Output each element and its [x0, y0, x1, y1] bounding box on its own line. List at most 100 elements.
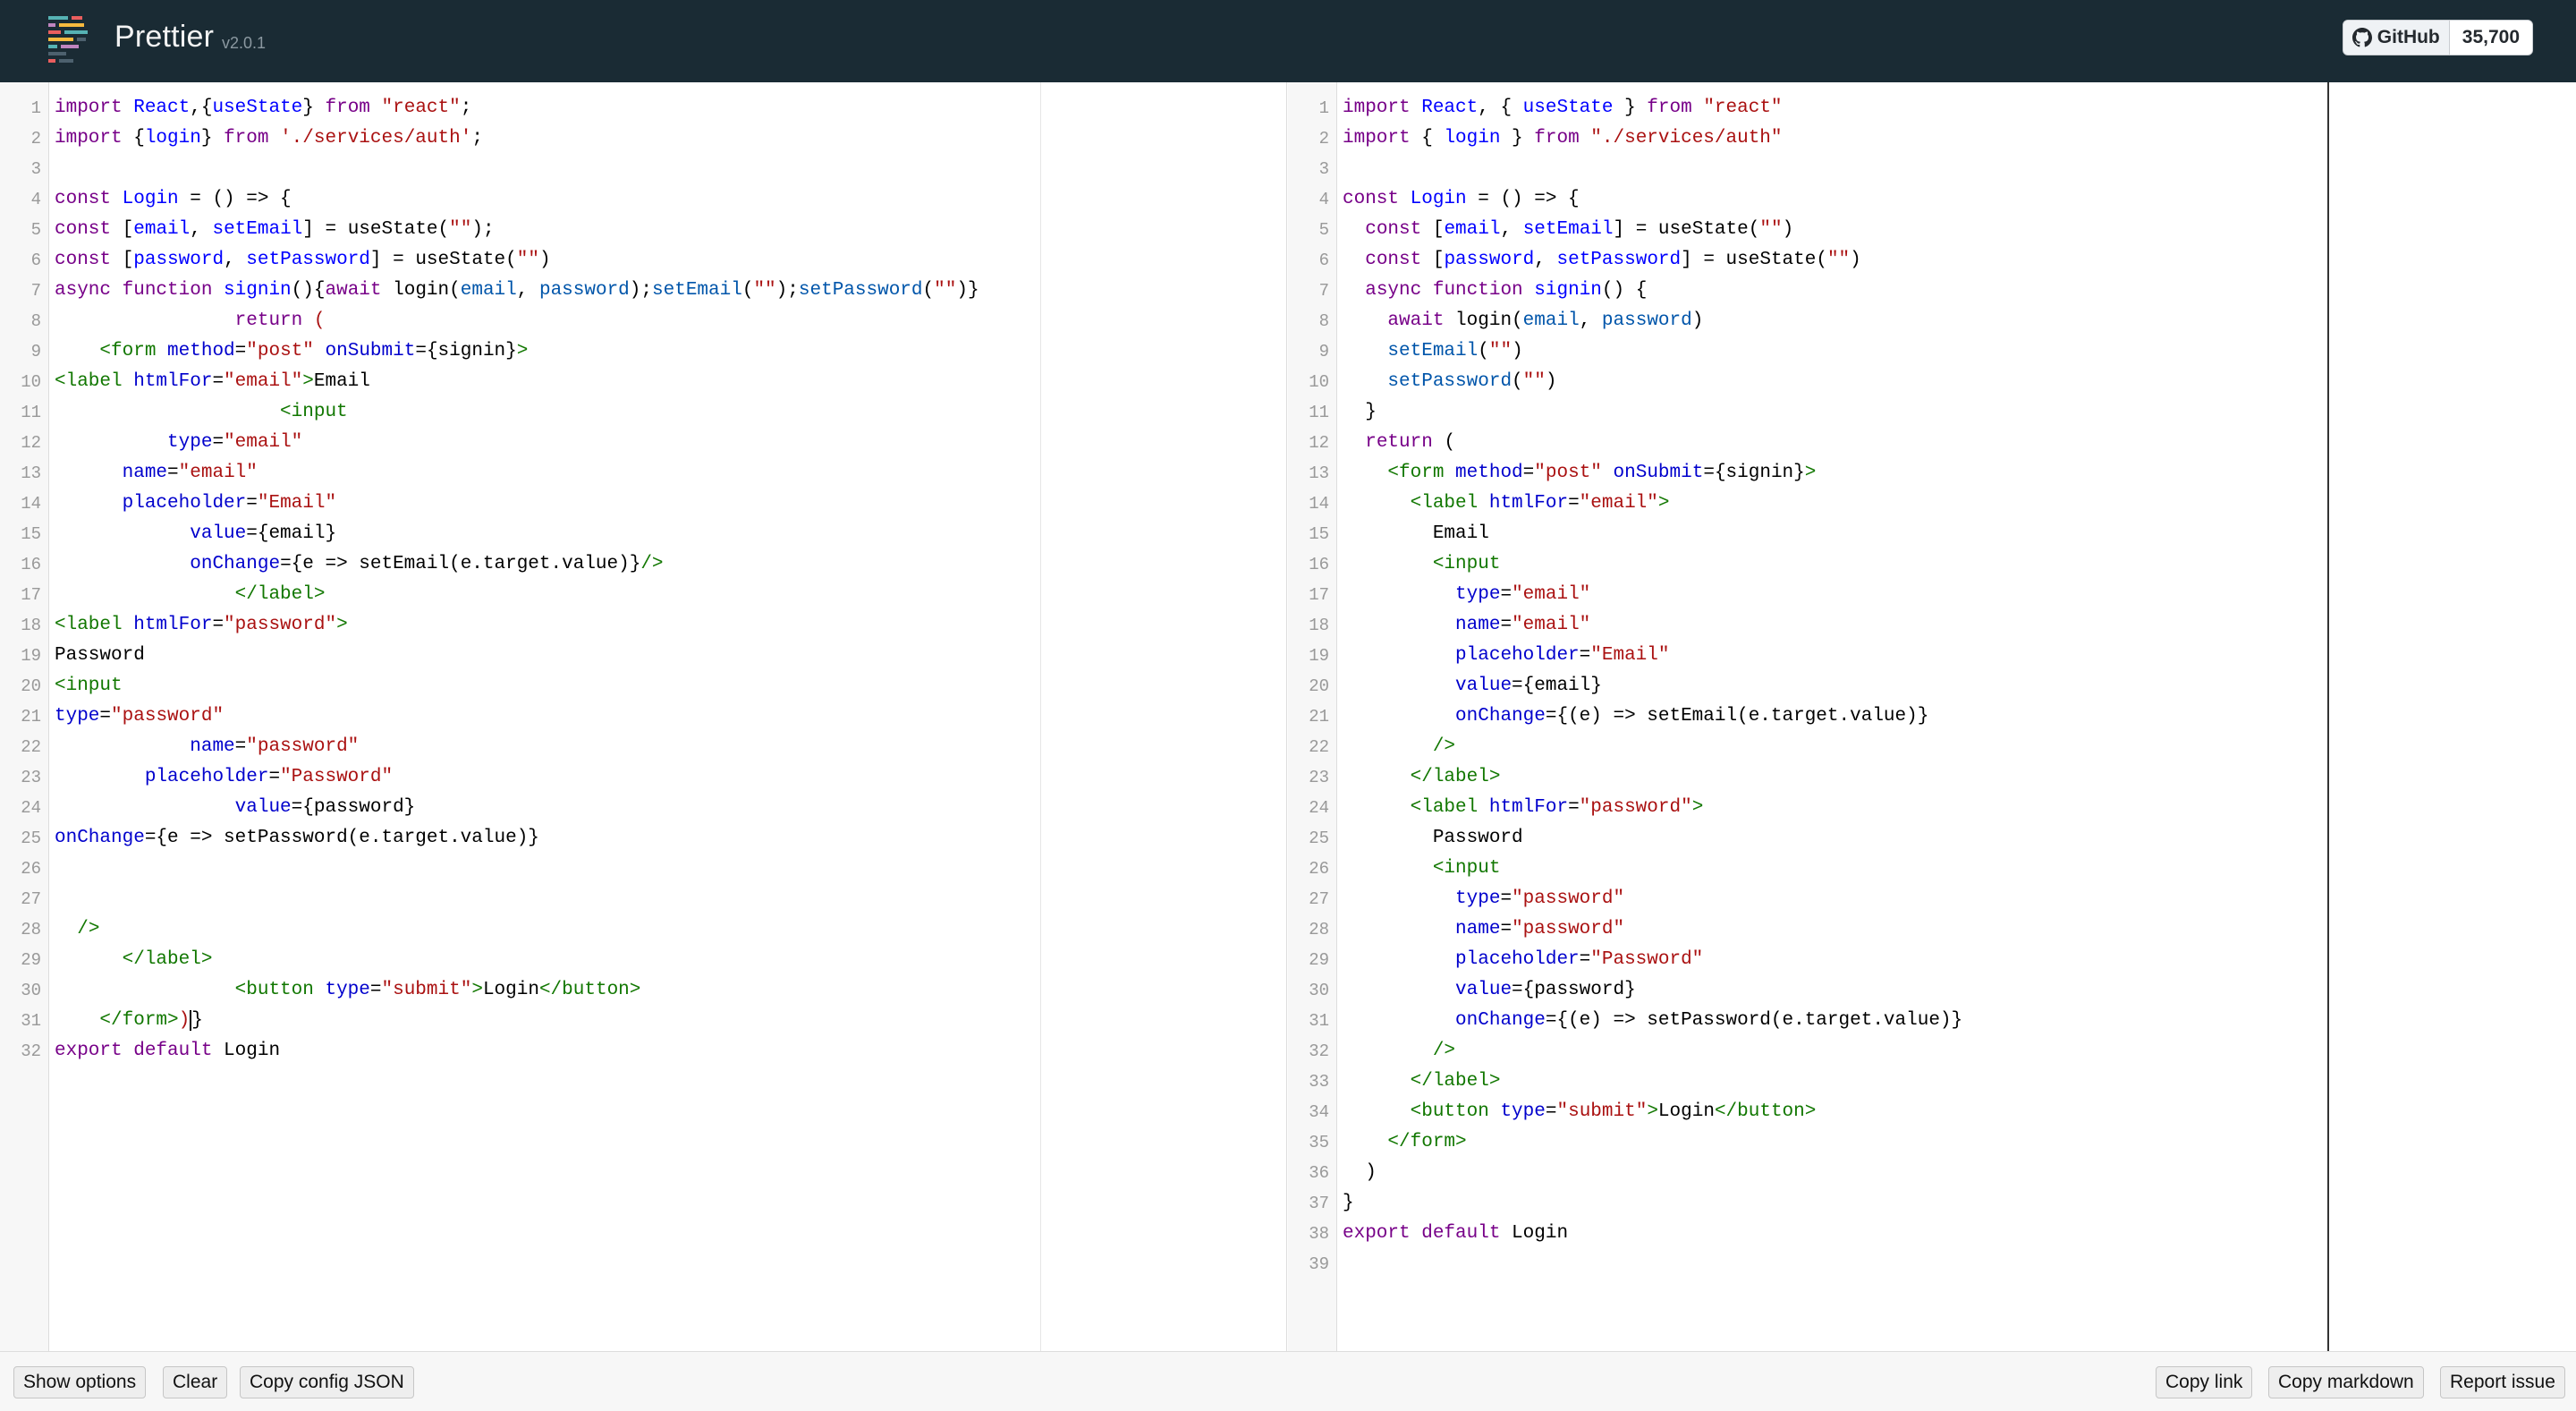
- output-code-line[interactable]: 26 <input: [1288, 854, 2576, 884]
- clear-button[interactable]: Clear: [163, 1366, 228, 1398]
- input-code-line[interactable]: 9 <form method="post" onSubmit={signin}>: [0, 336, 1288, 367]
- output-code-line[interactable]: 19 placeholder="Email": [1288, 641, 2576, 671]
- code-token: import: [1343, 98, 1422, 118]
- input-code-line[interactable]: 27: [0, 884, 1288, 914]
- github-stars-badge[interactable]: GitHub 35,700: [2342, 20, 2533, 55]
- input-code-line[interactable]: 2 import {login} from './services/auth';: [0, 123, 1288, 154]
- input-code-line[interactable]: 8 return (: [0, 306, 1288, 336]
- output-code-line[interactable]: 6 const [password, setPassword] = useSta…: [1288, 245, 2576, 276]
- output-code-line[interactable]: 23 </label>: [1288, 762, 2576, 793]
- output-code-line[interactable]: 1 import React, { useState } from "react": [1288, 93, 2576, 123]
- output-code-line[interactable]: 30 value={password}: [1288, 975, 2576, 1006]
- input-code-line[interactable]: 24 value={password}: [0, 793, 1288, 823]
- output-code-line[interactable]: 18 name="email": [1288, 610, 2576, 641]
- output-code-line[interactable]: 38 export default Login: [1288, 1219, 2576, 1249]
- pane-divider[interactable]: [1286, 82, 1287, 1351]
- output-code-line[interactable]: 27 type="password": [1288, 884, 2576, 914]
- code-token: const: [55, 219, 123, 240]
- input-code-line[interactable]: 4 const Login = () => {: [0, 184, 1288, 215]
- input-line-text: placeholder="Email": [55, 489, 336, 519]
- output-code-line[interactable]: 5 const [email, setEmail] = useState(""): [1288, 215, 2576, 245]
- output-code-line[interactable]: 15 Email: [1288, 519, 2576, 549]
- copy-link-button[interactable]: Copy link: [2156, 1366, 2253, 1398]
- report-issue-button[interactable]: Report issue: [2440, 1366, 2565, 1398]
- output-code-line[interactable]: 4 const Login = () => {: [1288, 184, 2576, 215]
- input-code-line[interactable]: 12 type="email": [0, 428, 1288, 458]
- input-code-line[interactable]: 6 const [password, setPassword] = useStat…: [0, 245, 1288, 276]
- input-code-line[interactable]: 21 type="password": [0, 701, 1288, 732]
- code-token: () {: [1601, 280, 1648, 301]
- copy-markdown-button[interactable]: Copy markdown: [2268, 1366, 2424, 1398]
- input-code-line[interactable]: 22 name="password": [0, 732, 1288, 762]
- output-code-line[interactable]: 7 async function signin() {: [1288, 276, 2576, 306]
- output-code-line[interactable]: 24 <label htmlFor="password">: [1288, 793, 2576, 823]
- input-code-line[interactable]: 25 onChange={e => setPassword(e.target.va…: [0, 823, 1288, 854]
- copy-config-json-button[interactable]: Copy config JSON: [240, 1366, 414, 1398]
- input-code-line[interactable]: 13 name="email": [0, 458, 1288, 489]
- output-code-lines[interactable]: 1 import React, { useState } from "react"…: [1288, 93, 2576, 1279]
- input-code-line[interactable]: 14 placeholder="Email": [0, 489, 1288, 519]
- input-code-line[interactable]: 29 </label>: [0, 945, 1288, 975]
- code-token: ): [1545, 371, 1557, 392]
- input-code-line[interactable]: 1 import React,{useState} from "react";: [0, 93, 1288, 123]
- output-code-line[interactable]: 8 await login(email, password): [1288, 306, 2576, 336]
- output-code-line[interactable]: 2 import { login } from "./services/auth": [1288, 123, 2576, 154]
- code-token: =: [234, 736, 247, 757]
- output-editor[interactable]: 1 import React, { useState } from "react"…: [1288, 82, 2576, 1351]
- input-code-line[interactable]: 10 <label htmlFor="email">Email: [0, 367, 1288, 397]
- code-token: =: [212, 615, 225, 635]
- input-code-line[interactable]: 20 <input: [0, 671, 1288, 701]
- input-code-line[interactable]: 19 Password: [0, 641, 1288, 671]
- input-code-line[interactable]: 26: [0, 854, 1288, 884]
- output-code-line[interactable]: 20 value={email}: [1288, 671, 2576, 701]
- input-code-line[interactable]: 28 />: [0, 914, 1288, 945]
- input-code-line[interactable]: 18 <label htmlFor="password">: [0, 610, 1288, 641]
- output-code-line[interactable]: 10 setPassword(""): [1288, 367, 2576, 397]
- input-code-line[interactable]: 5 const [email, setEmail] = useState("");: [0, 215, 1288, 245]
- output-code-line[interactable]: 32 />: [1288, 1036, 2576, 1067]
- input-code-line[interactable]: 11 <input: [0, 397, 1288, 428]
- github-star-count[interactable]: 35,700: [2449, 21, 2532, 55]
- output-code-line[interactable]: 25 Password: [1288, 823, 2576, 854]
- output-code-line[interactable]: 31 onChange={(e) => setPassword(e.target…: [1288, 1006, 2576, 1036]
- output-code-line[interactable]: 17 type="email": [1288, 580, 2576, 610]
- output-code-line[interactable]: 39: [1288, 1249, 2576, 1279]
- output-code-line[interactable]: 16 <input: [1288, 549, 2576, 580]
- output-line-number: 27: [1309, 889, 1329, 909]
- output-code-line[interactable]: 9 setEmail(""): [1288, 336, 2576, 367]
- output-code-line[interactable]: 22 />: [1288, 732, 2576, 762]
- output-code-line[interactable]: 21 onChange={(e) => setEmail(e.target.va…: [1288, 701, 2576, 732]
- output-line-text: export default Login: [1343, 1219, 1568, 1249]
- output-code-line[interactable]: 36 ): [1288, 1158, 2576, 1188]
- output-code-line[interactable]: 33 </label>: [1288, 1067, 2576, 1097]
- output-code-line[interactable]: 37}: [1288, 1188, 2576, 1219]
- input-editor[interactable]: 1 import React,{useState} from "react"; 2 i…: [0, 82, 1288, 1351]
- output-code-line[interactable]: 12 return (: [1288, 428, 2576, 458]
- code-token: )}: [956, 280, 979, 301]
- output-code-line[interactable]: 28 name="password": [1288, 914, 2576, 945]
- input-code-lines[interactable]: 1 import React,{useState} from "react"; 2 i…: [0, 93, 1288, 1067]
- output-code-line[interactable]: 29 placeholder="Password": [1288, 945, 2576, 975]
- code-token: from: [1534, 128, 1591, 149]
- output-code-line[interactable]: 11 }: [1288, 397, 2576, 428]
- input-code-line[interactable]: 15 value={email}: [0, 519, 1288, 549]
- input-code-line[interactable]: 23 placeholder="Password": [0, 762, 1288, 793]
- input-code-line[interactable]: 16 onChange={e => setEmail(e.target.valu…: [0, 549, 1288, 580]
- output-code-line[interactable]: 14 <label htmlFor="email">: [1288, 489, 2576, 519]
- output-code-line[interactable]: 3: [1288, 154, 2576, 184]
- input-code-line[interactable]: 17 </label>: [0, 580, 1288, 610]
- output-line-text: />: [1343, 1036, 1455, 1067]
- show-options-button[interactable]: Show options: [13, 1366, 147, 1398]
- input-code-line[interactable]: 30 <button type="submit">Login</button>: [0, 975, 1288, 1006]
- output-code-line[interactable]: 35 </form>: [1288, 1127, 2576, 1158]
- input-code-line[interactable]: 3: [0, 154, 1288, 184]
- output-code-line[interactable]: 34 <button type="submit">Login</button>: [1288, 1097, 2576, 1127]
- input-code-line[interactable]: 31 </form>)}: [0, 1006, 1288, 1036]
- input-code-line[interactable]: 32 export default Login: [0, 1036, 1288, 1067]
- output-code-line[interactable]: 13 <form method="post" onSubmit={signin}…: [1288, 458, 2576, 489]
- github-button[interactable]: GitHub: [2343, 21, 2450, 55]
- input-code-line[interactable]: 7 async function signin(){await login(ema…: [0, 276, 1288, 306]
